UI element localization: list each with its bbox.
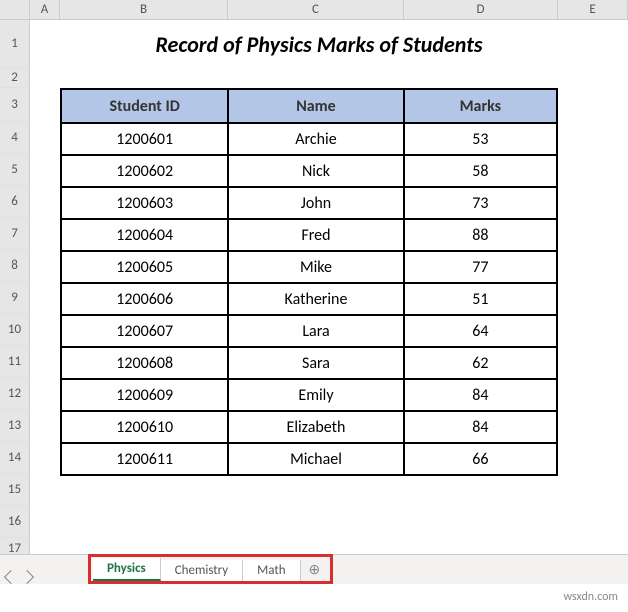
row-header-13[interactable]: 13 <box>0 410 30 442</box>
cell-marks[interactable]: 73 <box>404 187 557 219</box>
cell-student-id[interactable]: 1200609 <box>61 379 228 411</box>
cell-marks[interactable]: 64 <box>404 315 557 347</box>
tabs-highlight-box: Physics Chemistry Math ⊕ <box>88 554 333 584</box>
cell-name[interactable]: Lara <box>228 315 403 347</box>
tab-nav-next-icon[interactable] <box>20 570 34 584</box>
cell-student-id[interactable]: 1200611 <box>61 443 228 475</box>
cell-student-id[interactable]: 1200607 <box>61 315 228 347</box>
data-table: Student ID Name Marks 1200601 Archie 53 … <box>60 88 558 476</box>
cell-name[interactable]: Archie <box>228 123 403 155</box>
table-row: 1200607 Lara 64 <box>61 315 557 347</box>
row-header-16[interactable]: 16 <box>0 506 30 538</box>
cell-marks[interactable]: 62 <box>404 347 557 379</box>
cell-student-id[interactable]: 1200601 <box>61 123 228 155</box>
cell-name[interactable]: Fred <box>228 219 403 251</box>
cell-student-id[interactable]: 1200602 <box>61 155 228 187</box>
cell-marks[interactable]: 84 <box>404 379 557 411</box>
sheet-tab-bar: Physics Chemistry Math ⊕ <box>0 554 628 584</box>
cell-marks[interactable]: 66 <box>404 443 557 475</box>
table-row: 1200601 Archie 53 <box>61 123 557 155</box>
cell-marks[interactable]: 51 <box>404 283 557 315</box>
col-header-b[interactable]: B <box>60 0 228 19</box>
table-row: 1200609 Emily 84 <box>61 379 557 411</box>
table-row: 1200605 Mike 77 <box>61 251 557 283</box>
table-row: 1200603 John 73 <box>61 187 557 219</box>
cell-student-id[interactable]: 1200606 <box>61 283 228 315</box>
cell-name[interactable]: John <box>228 187 403 219</box>
sheet-tab-chemistry[interactable]: Chemistry <box>161 560 243 581</box>
cell-student-id[interactable]: 1200603 <box>61 187 228 219</box>
table-row: 1200611 Michael 66 <box>61 443 557 475</box>
table-row: 1200610 Elizabeth 84 <box>61 411 557 443</box>
cell-marks[interactable]: 53 <box>404 123 557 155</box>
table-row: 1200608 Sara 62 <box>61 347 557 379</box>
row-header-6[interactable]: 6 <box>0 186 30 218</box>
row-headers: 1 2 3 4 5 6 7 8 9 10 11 12 13 14 15 16 1… <box>0 20 30 560</box>
tab-nav-prev-icon[interactable] <box>4 570 18 584</box>
header-marks[interactable]: Marks <box>404 89 557 123</box>
select-all-corner[interactable] <box>0 0 30 20</box>
cell-name[interactable]: Nick <box>228 155 403 187</box>
cell-name[interactable]: Mike <box>228 251 403 283</box>
row-header-12[interactable]: 12 <box>0 378 30 410</box>
header-student-id[interactable]: Student ID <box>61 89 228 123</box>
cell-student-id[interactable]: 1200604 <box>61 219 228 251</box>
row-header-1[interactable]: 1 <box>0 20 30 68</box>
sheet-tab-math[interactable]: Math <box>243 560 300 581</box>
cell-student-id[interactable]: 1200610 <box>61 411 228 443</box>
col-header-a[interactable]: A <box>30 0 60 19</box>
cell-name[interactable]: Sara <box>228 347 403 379</box>
cell-marks[interactable]: 77 <box>404 251 557 283</box>
cell-name[interactable]: Emily <box>228 379 403 411</box>
row-header-11[interactable]: 11 <box>0 346 30 378</box>
col-header-c[interactable]: C <box>228 0 404 19</box>
header-name[interactable]: Name <box>228 89 403 123</box>
cell-name[interactable]: Elizabeth <box>228 411 403 443</box>
page-title: Record of Physics Marks of Students <box>155 31 482 58</box>
cell-student-id[interactable]: 1200605 <box>61 251 228 283</box>
col-header-d[interactable]: D <box>404 0 558 19</box>
col-header-e[interactable]: E <box>558 0 628 19</box>
cell-student-id[interactable]: 1200608 <box>61 347 228 379</box>
cell-marks[interactable]: 58 <box>404 155 557 187</box>
blank-row[interactable] <box>30 68 628 88</box>
cell-marks[interactable]: 88 <box>404 219 557 251</box>
row-header-10[interactable]: 10 <box>0 314 30 346</box>
table-header-row: Student ID Name Marks <box>61 89 557 123</box>
cell-name[interactable]: Katherine <box>228 283 403 315</box>
add-sheet-button[interactable]: ⊕ <box>301 558 329 581</box>
table-row: 1200604 Fred 88 <box>61 219 557 251</box>
row-header-2[interactable]: 2 <box>0 68 30 88</box>
row-header-14[interactable]: 14 <box>0 442 30 474</box>
cell-name[interactable]: Michael <box>228 443 403 475</box>
column-headers: A B C D E <box>0 0 628 20</box>
watermark-text: wsxdn.com <box>563 590 618 604</box>
row-header-4[interactable]: 4 <box>0 122 30 154</box>
tab-nav-buttons <box>0 572 38 584</box>
row-header-9[interactable]: 9 <box>0 282 30 314</box>
row-header-5[interactable]: 5 <box>0 154 30 186</box>
row-header-15[interactable]: 15 <box>0 474 30 506</box>
content-area: Record of Physics Marks of Students Stud… <box>30 20 628 476</box>
spreadsheet-grid: A B C D E 1 2 3 4 5 6 7 8 9 10 11 12 13 … <box>0 0 628 560</box>
table-row: 1200606 Katherine 51 <box>61 283 557 315</box>
row-header-7[interactable]: 7 <box>0 218 30 250</box>
title-row[interactable]: Record of Physics Marks of Students <box>30 20 628 68</box>
sheet-tab-physics[interactable]: Physics <box>93 558 161 581</box>
row-header-8[interactable]: 8 <box>0 250 30 282</box>
cell-marks[interactable]: 84 <box>404 411 557 443</box>
table-row: 1200602 Nick 58 <box>61 155 557 187</box>
row-header-3[interactable]: 3 <box>0 88 30 122</box>
